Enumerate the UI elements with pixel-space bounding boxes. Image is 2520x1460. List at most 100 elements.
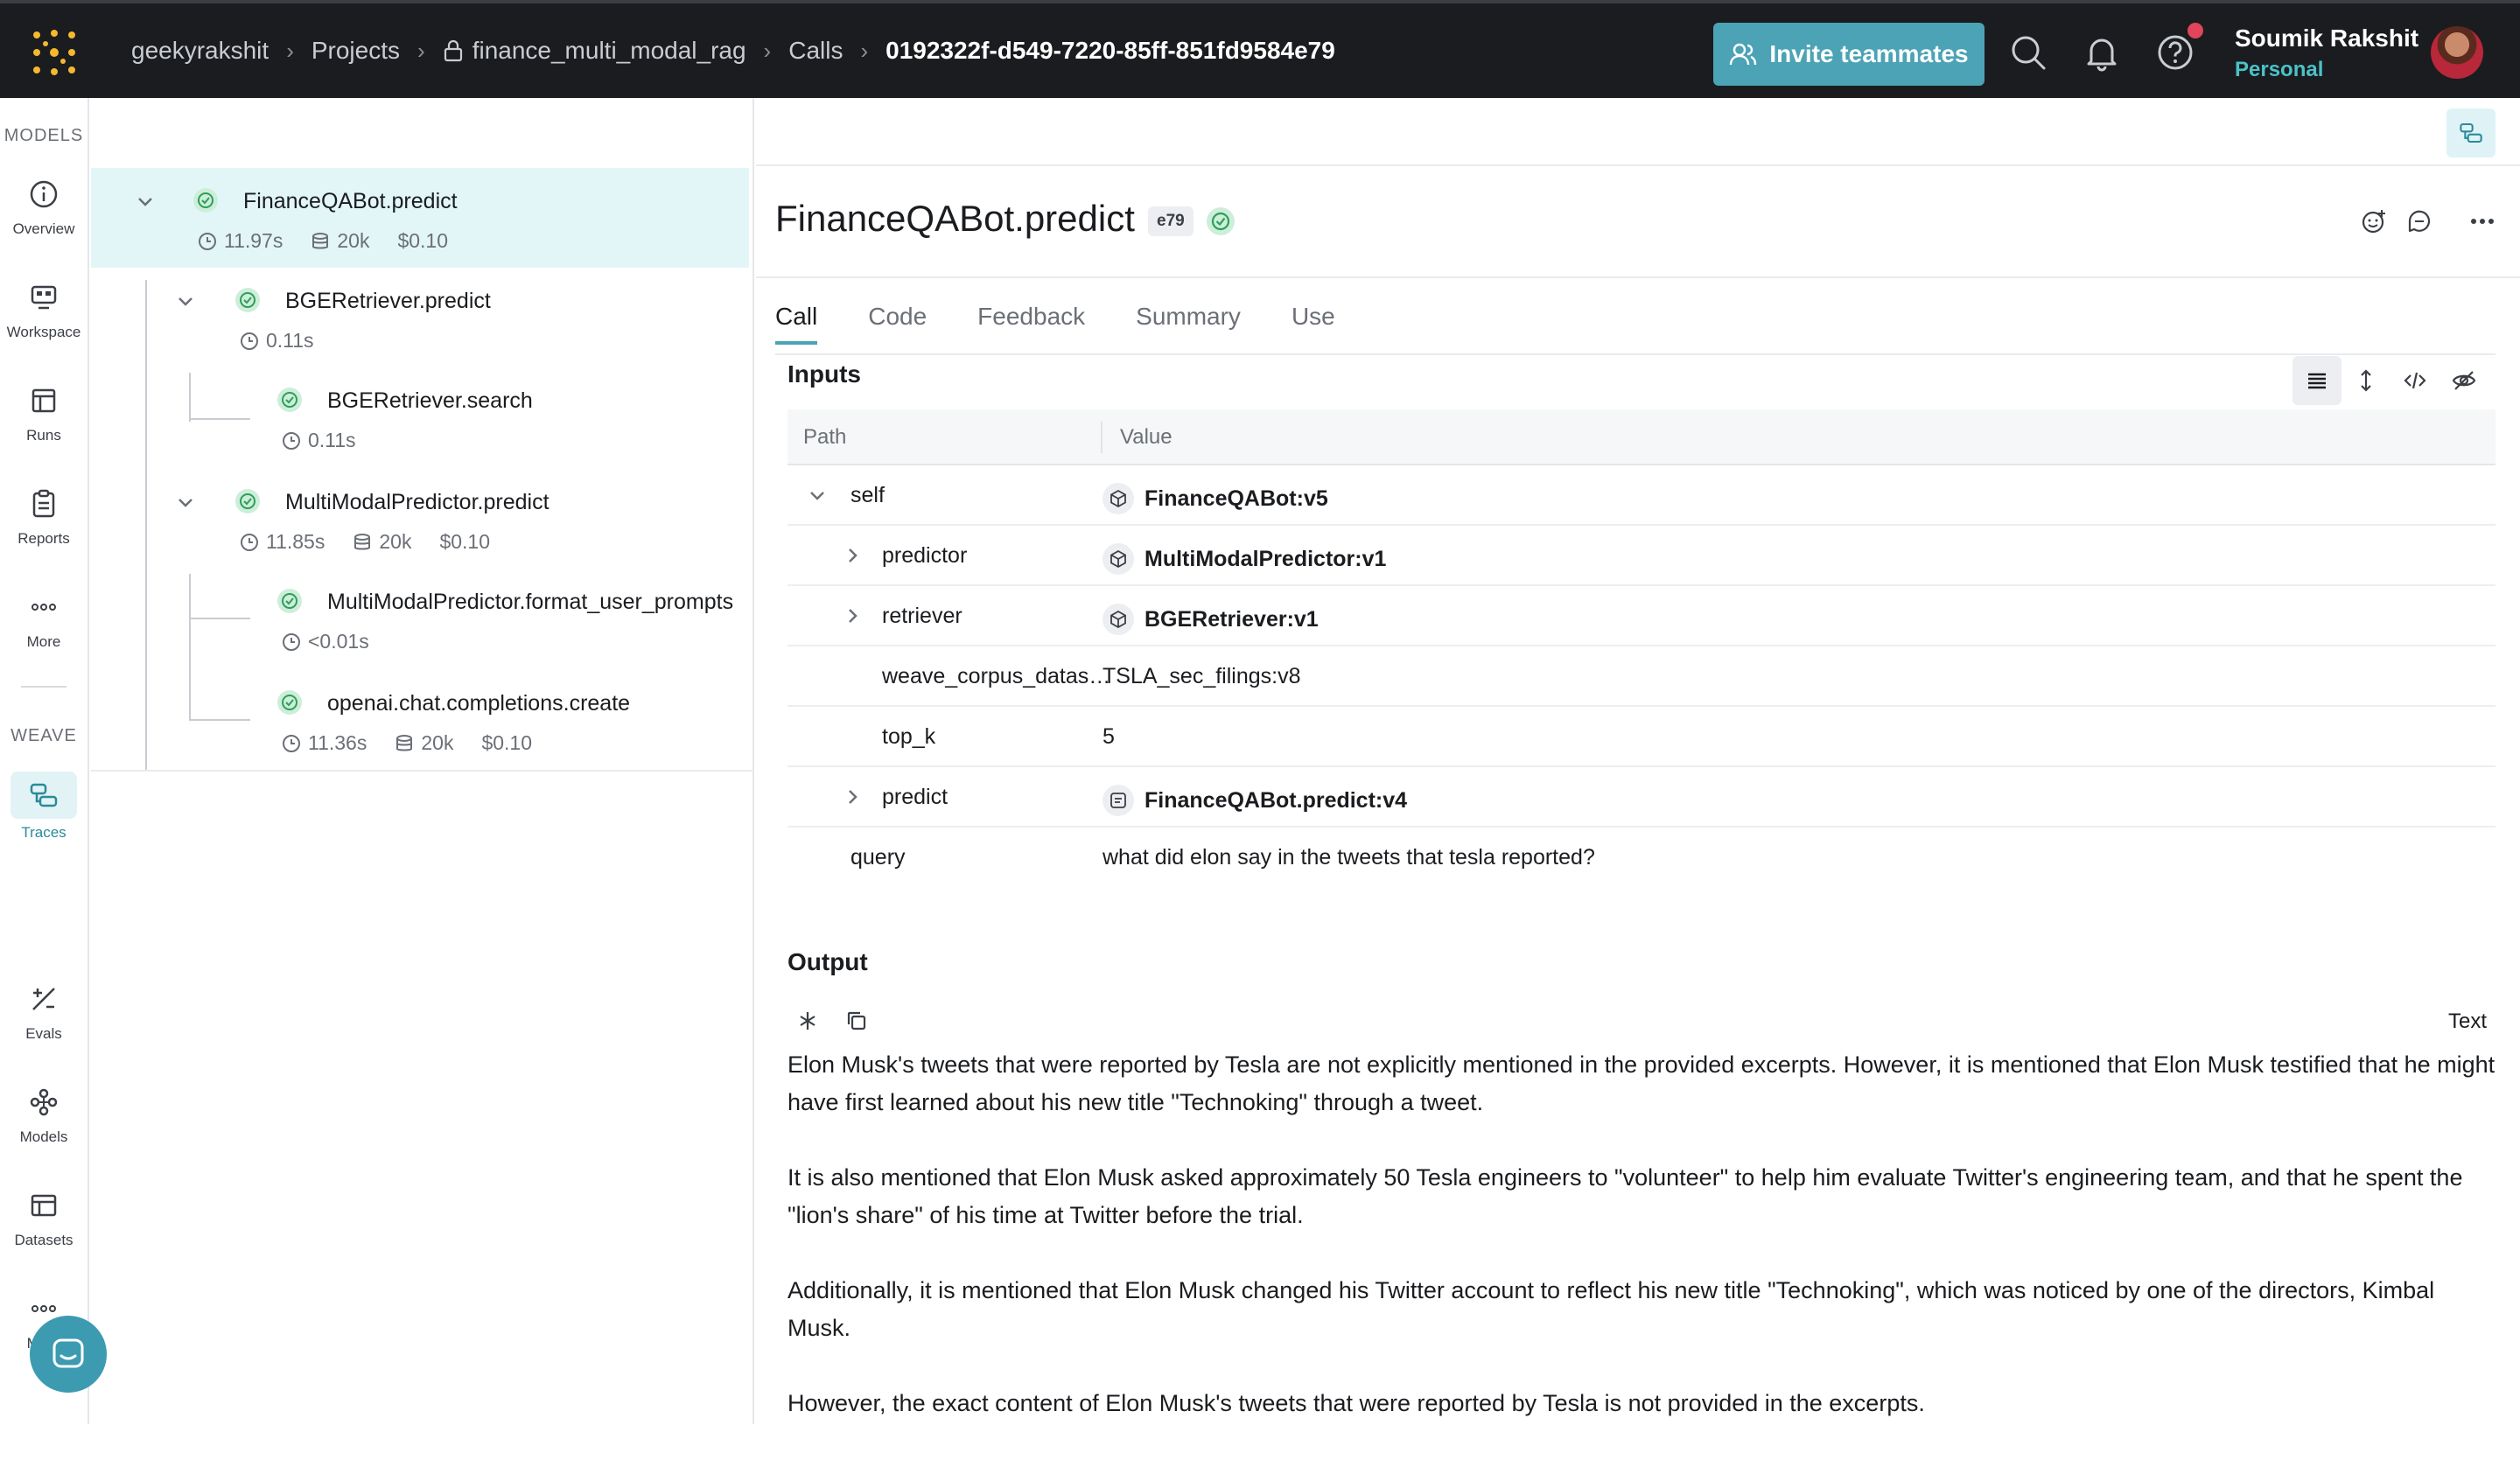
table-row-predict[interactable]: predict FinanceQABot.predict:v4 [788, 767, 2496, 828]
expand-rows-button[interactable] [2342, 356, 2390, 405]
user-name[interactable]: Soumik Rakshit [2235, 24, 2418, 52]
tree-node-tokens: 20k [421, 731, 454, 754]
help-icon[interactable] [2156, 33, 2194, 72]
tab-feedback[interactable]: Feedback [977, 303, 1085, 331]
nav-item-datasets[interactable]: Datasets [9, 1184, 79, 1272]
row-value-text: BGERetriever:v1 [1144, 606, 1319, 632]
chevron-right-icon: › [763, 37, 772, 64]
col-value[interactable]: Value [1120, 425, 1172, 450]
success-check-icon [1207, 207, 1235, 235]
tree-node-multimodalpredictor-predict[interactable]: MultiModalPredictor.predict 11.85s 20k $… [91, 467, 749, 567]
models-icon [30, 1088, 58, 1116]
chevron-down-icon[interactable] [807, 485, 828, 506]
chevron-right-icon[interactable] [842, 605, 863, 626]
table-row-weave-corpus-dataset[interactable]: weave_corpus_datas… TSLA_sec_filings:v8 [788, 646, 2496, 707]
tab-call[interactable]: Call [775, 303, 818, 345]
list-icon [2308, 373, 2326, 389]
clipboard-icon [32, 489, 55, 518]
copy-icon[interactable] [845, 1009, 868, 1032]
nav-label: Overview [12, 220, 75, 237]
nav-label: Workspace [6, 324, 81, 340]
comment-icon[interactable] [2404, 206, 2434, 236]
inputs-table: Path Value self FinanceQABot:v5 predicto… [788, 409, 2496, 888]
table-row-top-k[interactable]: top_k 5 [788, 707, 2496, 767]
row-value[interactable]: FinanceQABot:v5 [1102, 483, 1328, 514]
clock-icon [241, 533, 258, 551]
chevron-right-icon[interactable] [842, 786, 863, 807]
toggle-trace-tree-button[interactable] [2446, 108, 2496, 157]
row-value[interactable]: FinanceQABot.predict:v4 [1102, 785, 1407, 816]
chevron-down-icon[interactable] [135, 191, 156, 212]
database-icon [312, 232, 329, 248]
tab-summary[interactable]: Summary [1136, 303, 1241, 331]
detail-tabs: Call Code Feedback Summary Use [775, 303, 1335, 345]
clock-icon [283, 734, 300, 752]
tree-node-bgeretriever-search[interactable]: BGERetriever.search 0.11s [91, 367, 749, 467]
tree-node-format-user-prompts[interactable]: MultiModalPredictor.format_user_prompts … [91, 567, 749, 667]
breadcrumb: geekyrakshit › Projects › finance_multi_… [131, 3, 1335, 98]
tree-node-name: MultiModalPredictor.format_user_prompts [327, 590, 734, 614]
tree-node-name: FinanceQABot.predict [243, 189, 458, 213]
tree-node-openai-chat-completions-create[interactable]: openai.chat.completions.create 11.36s 20… [91, 668, 749, 768]
evals-icon [32, 988, 55, 1010]
success-check-icon [277, 589, 302, 613]
nav-section-weave: WEAVE [10, 726, 77, 745]
notification-dot [2188, 23, 2203, 38]
table-row-query[interactable]: query what did elon say in the tweets th… [788, 828, 2496, 888]
chevron-right-icon: › [417, 37, 425, 64]
json-view-button[interactable] [2390, 356, 2440, 405]
breadcrumb-project[interactable]: finance_multi_modal_rag [443, 37, 746, 65]
row-value[interactable]: MultiModalPredictor:v1 [1102, 543, 1386, 575]
bell-icon[interactable] [2082, 33, 2121, 72]
tree-node-bgeretriever-predict[interactable]: BGERetriever.predict 0.11s [91, 268, 749, 367]
avatar[interactable] [2431, 26, 2483, 79]
call-id-badge[interactable]: e79 [1148, 206, 1194, 236]
chevron-down-icon[interactable] [175, 290, 196, 311]
tree-node-time: <0.01s [308, 630, 369, 653]
table-row-predictor[interactable]: predictor MultiModalPredictor:v1 [788, 526, 2496, 586]
tab-use[interactable]: Use [1292, 303, 1335, 331]
nav-item-overview[interactable]: Overview [9, 173, 79, 261]
info-icon [30, 180, 58, 208]
list-view-button[interactable] [2292, 356, 2342, 405]
hide-hidden-fields-button[interactable] [2440, 356, 2488, 405]
chevron-down-icon[interactable] [175, 492, 196, 513]
user-org[interactable]: Personal [2235, 58, 2323, 82]
table-row-retriever[interactable]: retriever BGERetriever:v1 [788, 586, 2496, 646]
add-reaction-icon[interactable] [2359, 206, 2389, 236]
top-bar: geekyrakshit › Projects › finance_multi_… [0, 0, 2520, 98]
search-icon[interactable] [2009, 33, 2048, 72]
breadcrumb-projects[interactable]: Projects [312, 37, 400, 65]
chevron-right-icon[interactable] [842, 545, 863, 566]
apps-grid-icon[interactable] [30, 28, 79, 77]
nav-item-workspace[interactable]: Workspace [6, 276, 81, 364]
breadcrumb-call-id: 0192322f-d549-7220-85ff-851fd9584e79 [886, 37, 1335, 64]
tree-node-cost: $0.10 [439, 530, 491, 553]
breadcrumb-calls[interactable]: Calls [788, 37, 843, 65]
breadcrumb-entity[interactable]: geekyrakshit [131, 37, 269, 65]
op-icon [1102, 785, 1134, 816]
nav-item-runs[interactable]: Runs [9, 380, 79, 467]
nav-label: Traces [21, 824, 66, 841]
col-path[interactable]: Path [803, 425, 846, 450]
table-row-self[interactable]: self FinanceQABot:v5 [788, 465, 2496, 526]
tree-node-financeqabot-predict[interactable]: FinanceQABot.predict 11.97s 20k $0.10 [91, 168, 749, 268]
output-text: Elon Musk's tweets that were reported by… [788, 1046, 2496, 1460]
tab-code[interactable]: Code [868, 303, 927, 331]
tree-node-name: BGERetriever.predict [285, 289, 491, 313]
output-paragraph: Additionally, it is mentioned that Elon … [788, 1277, 2435, 1341]
nav-item-evals[interactable]: Evals [9, 978, 79, 1065]
tree-node-time: 11.97s [224, 229, 284, 252]
nav-item-traces[interactable]: Traces [9, 766, 79, 854]
invite-teammates-button[interactable]: Invite teammates [1713, 23, 1984, 86]
nav-item-reports[interactable]: Reports [9, 483, 79, 570]
row-value[interactable]: BGERetriever:v1 [1102, 604, 1319, 635]
nav-item-more-models[interactable]: More [9, 586, 79, 674]
more-options-icon[interactable] [2468, 206, 2497, 236]
output-format-label[interactable]: Text [2448, 1009, 2487, 1034]
asterisk-icon[interactable] [796, 1009, 819, 1032]
output-paragraph: It is also mentioned that Elon Musk aske… [788, 1164, 2463, 1228]
inputs-table-header: Path Value [788, 409, 2496, 465]
nav-item-models[interactable]: Models [9, 1081, 79, 1169]
left-nav: MODELS Overview Workspace Runs Reports M… [0, 98, 89, 1424]
